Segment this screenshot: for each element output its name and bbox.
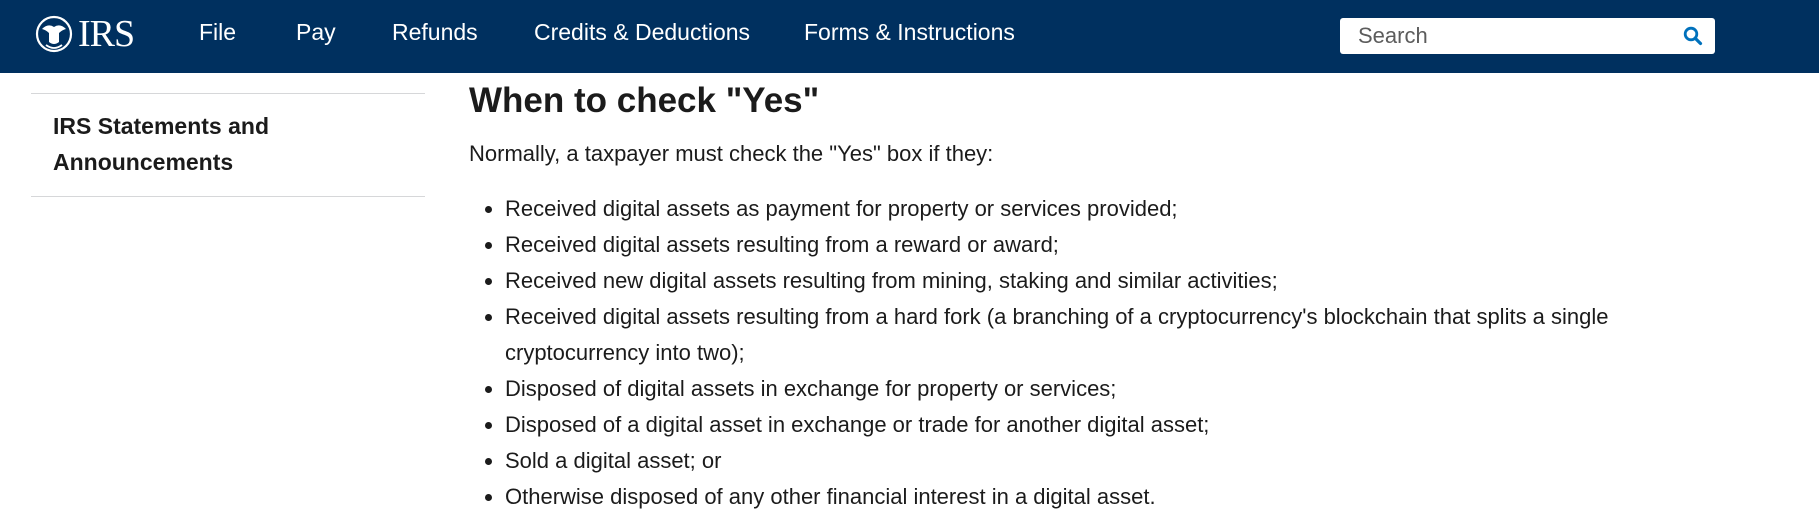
search-icon <box>1683 26 1703 46</box>
logo-wordmark: IRS <box>78 13 135 55</box>
list-item: Sold a digital asset; or <box>485 443 1755 479</box>
main-content: When to check "Yes" Normally, a taxpayer… <box>469 78 1769 509</box>
nav-refunds[interactable]: Refunds <box>392 19 478 46</box>
search-input[interactable] <box>1340 18 1660 54</box>
list-item: Received digital assets as payment for p… <box>485 191 1755 227</box>
nav-credits-deductions[interactable]: Credits & Deductions <box>534 19 750 46</box>
list-item: Received digital assets resulting from a… <box>485 299 1755 371</box>
sidebar-item-irs-statements[interactable]: IRS Statements and Announcements <box>53 108 393 180</box>
intro-paragraph: Normally, a taxpayer must check the "Yes… <box>469 141 994 166</box>
list-item: Received digital assets resulting from a… <box>485 227 1755 263</box>
eagle-emblem-icon <box>35 15 73 53</box>
list-item: Otherwise disposed of any other financia… <box>485 479 1755 515</box>
top-navigation-bar: IRS File Pay Refunds Credits & Deduction… <box>0 0 1819 73</box>
irs-logo[interactable]: IRS <box>32 13 135 55</box>
search-button[interactable] <box>1679 22 1707 50</box>
search-box <box>1340 18 1715 54</box>
sidebar-divider <box>31 196 425 197</box>
nav-forms-instructions[interactable]: Forms & Instructions <box>804 19 1015 46</box>
list-item: Received new digital assets resulting fr… <box>485 263 1755 299</box>
list-item: Disposed of digital assets in exchange f… <box>485 371 1755 407</box>
sidebar-divider <box>31 93 425 94</box>
nav-file[interactable]: File <box>199 19 236 46</box>
criteria-list: Received digital assets as payment for p… <box>469 191 1755 515</box>
list-item: Disposed of a digital asset in exchange … <box>485 407 1755 443</box>
section-heading: When to check "Yes" <box>469 81 820 120</box>
nav-pay[interactable]: Pay <box>296 19 336 46</box>
